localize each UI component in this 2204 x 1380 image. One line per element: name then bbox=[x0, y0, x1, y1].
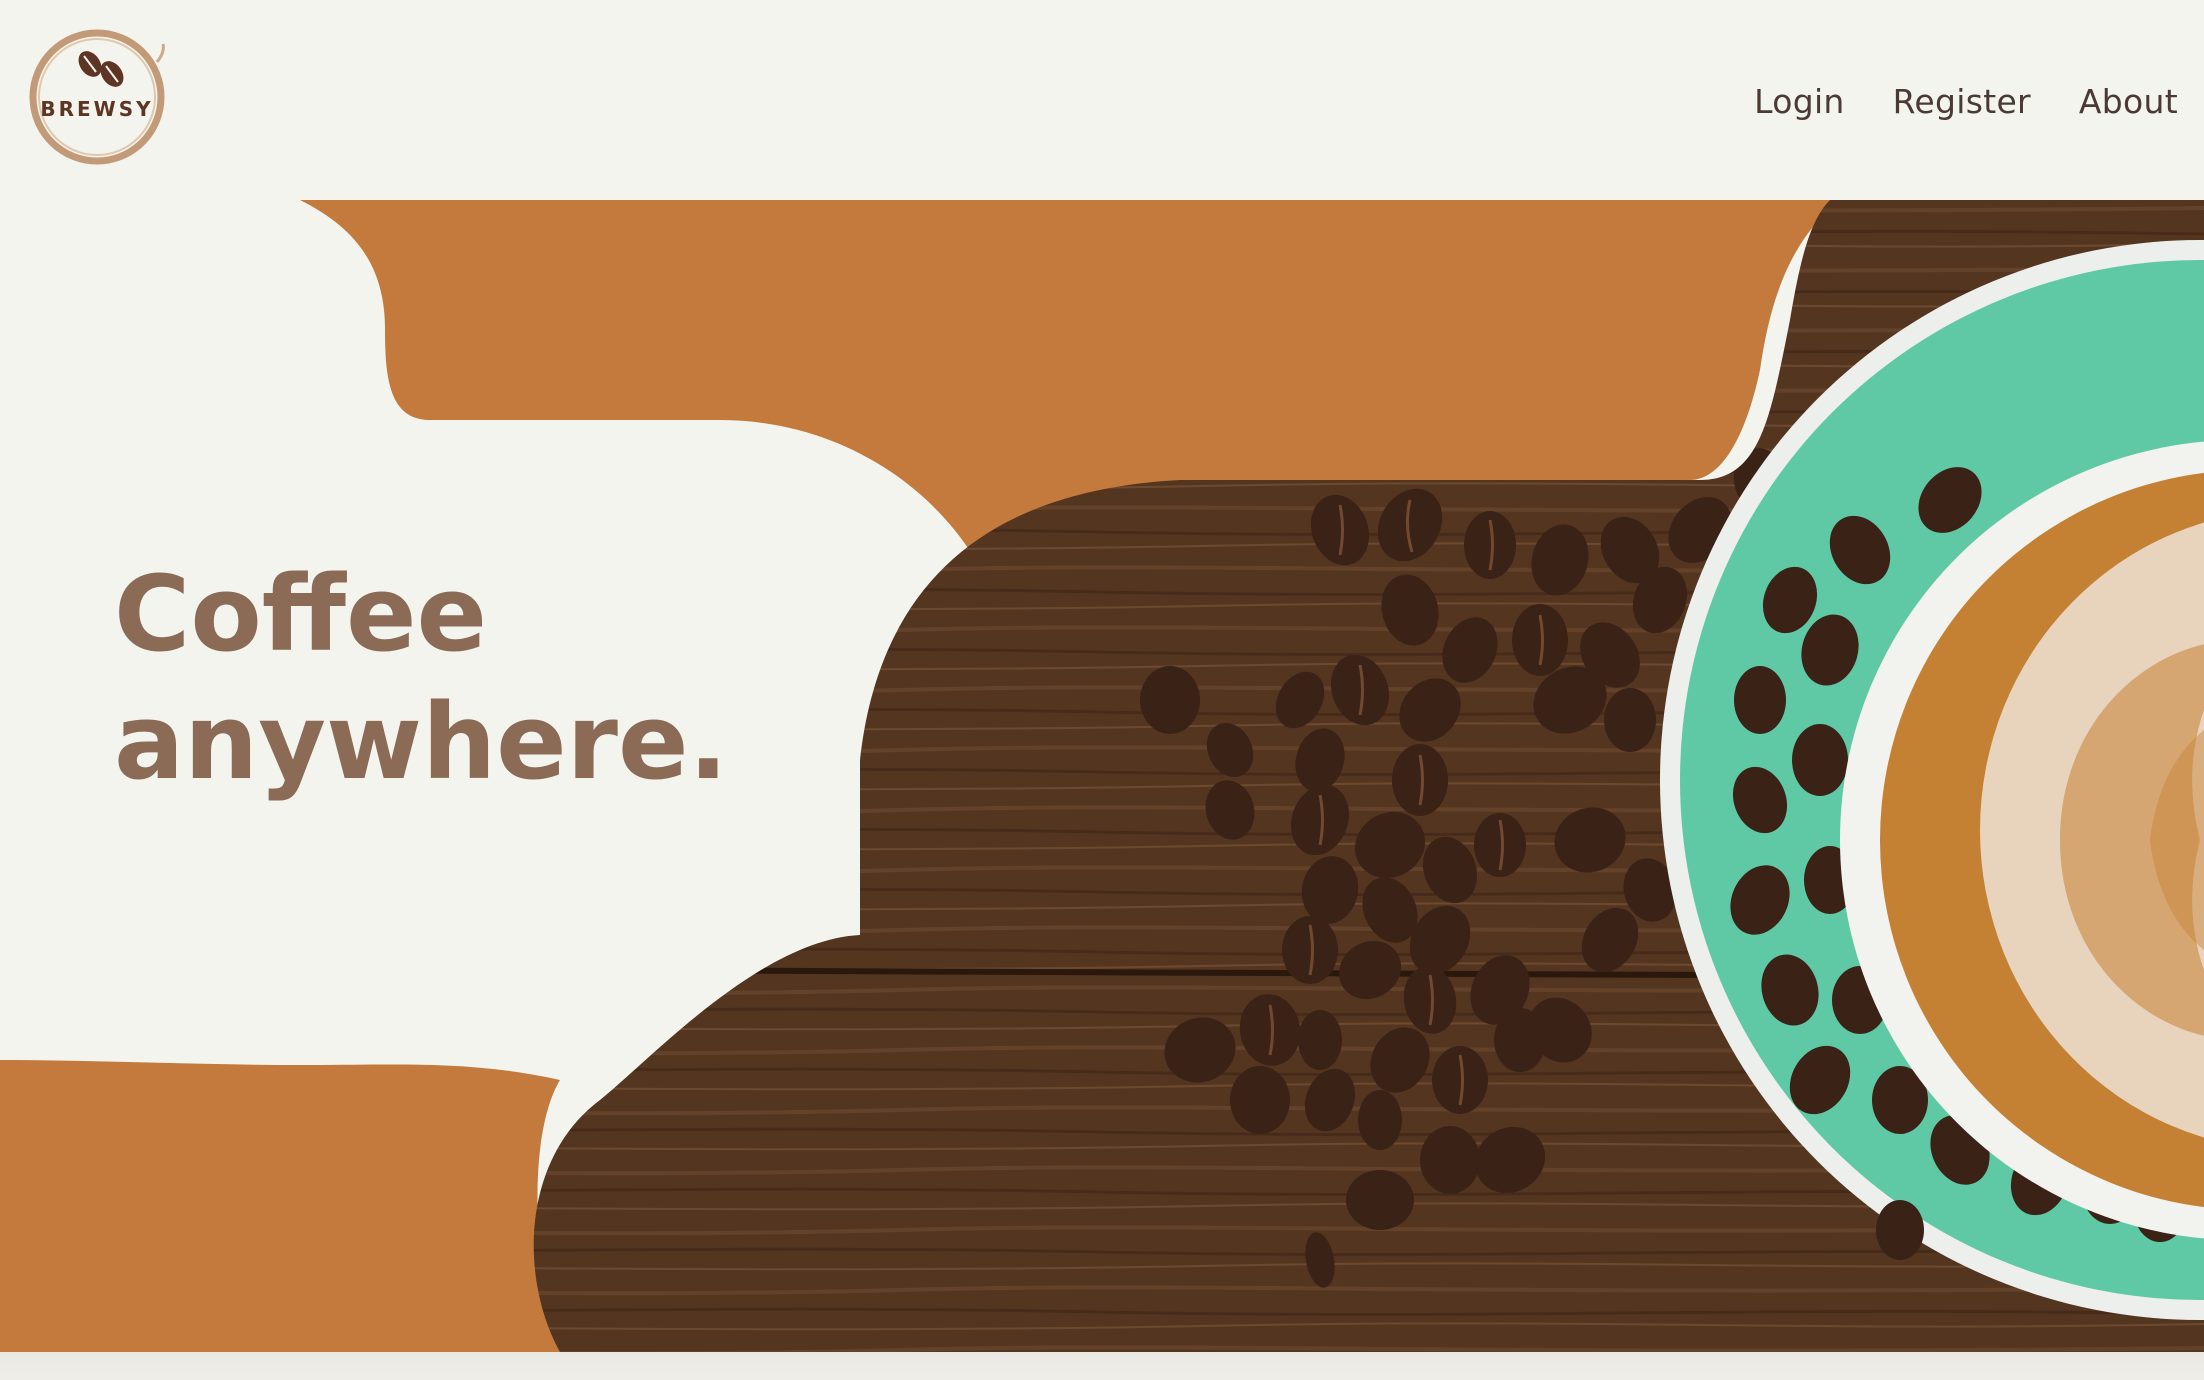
nav-about-link[interactable]: About bbox=[2079, 72, 2178, 132]
hero-headline: Coffee anywhere. bbox=[114, 550, 814, 806]
main-nav: Login Register About bbox=[1754, 72, 2178, 132]
nav-register-link[interactable]: Register bbox=[1893, 72, 2031, 132]
headline-line-1: Coffee bbox=[114, 553, 488, 675]
nav-login-link[interactable]: Login bbox=[1754, 72, 1845, 132]
headline-line-2: anywhere. bbox=[114, 681, 728, 803]
section-divider bbox=[0, 1352, 2204, 1380]
landing-page: BREWSY Login Register About Coffee anywh… bbox=[0, 0, 2204, 1380]
site-header: BREWSY Login Register About bbox=[0, 0, 2204, 200]
accent-shape-bottom bbox=[0, 1060, 560, 1352]
brand-name: BREWSY bbox=[40, 97, 153, 121]
brand-logo[interactable]: BREWSY bbox=[22, 22, 172, 172]
coffee-bean-stamp-icon: BREWSY bbox=[29, 29, 165, 165]
hero-section: Coffee anywhere. bbox=[0, 200, 2204, 1352]
